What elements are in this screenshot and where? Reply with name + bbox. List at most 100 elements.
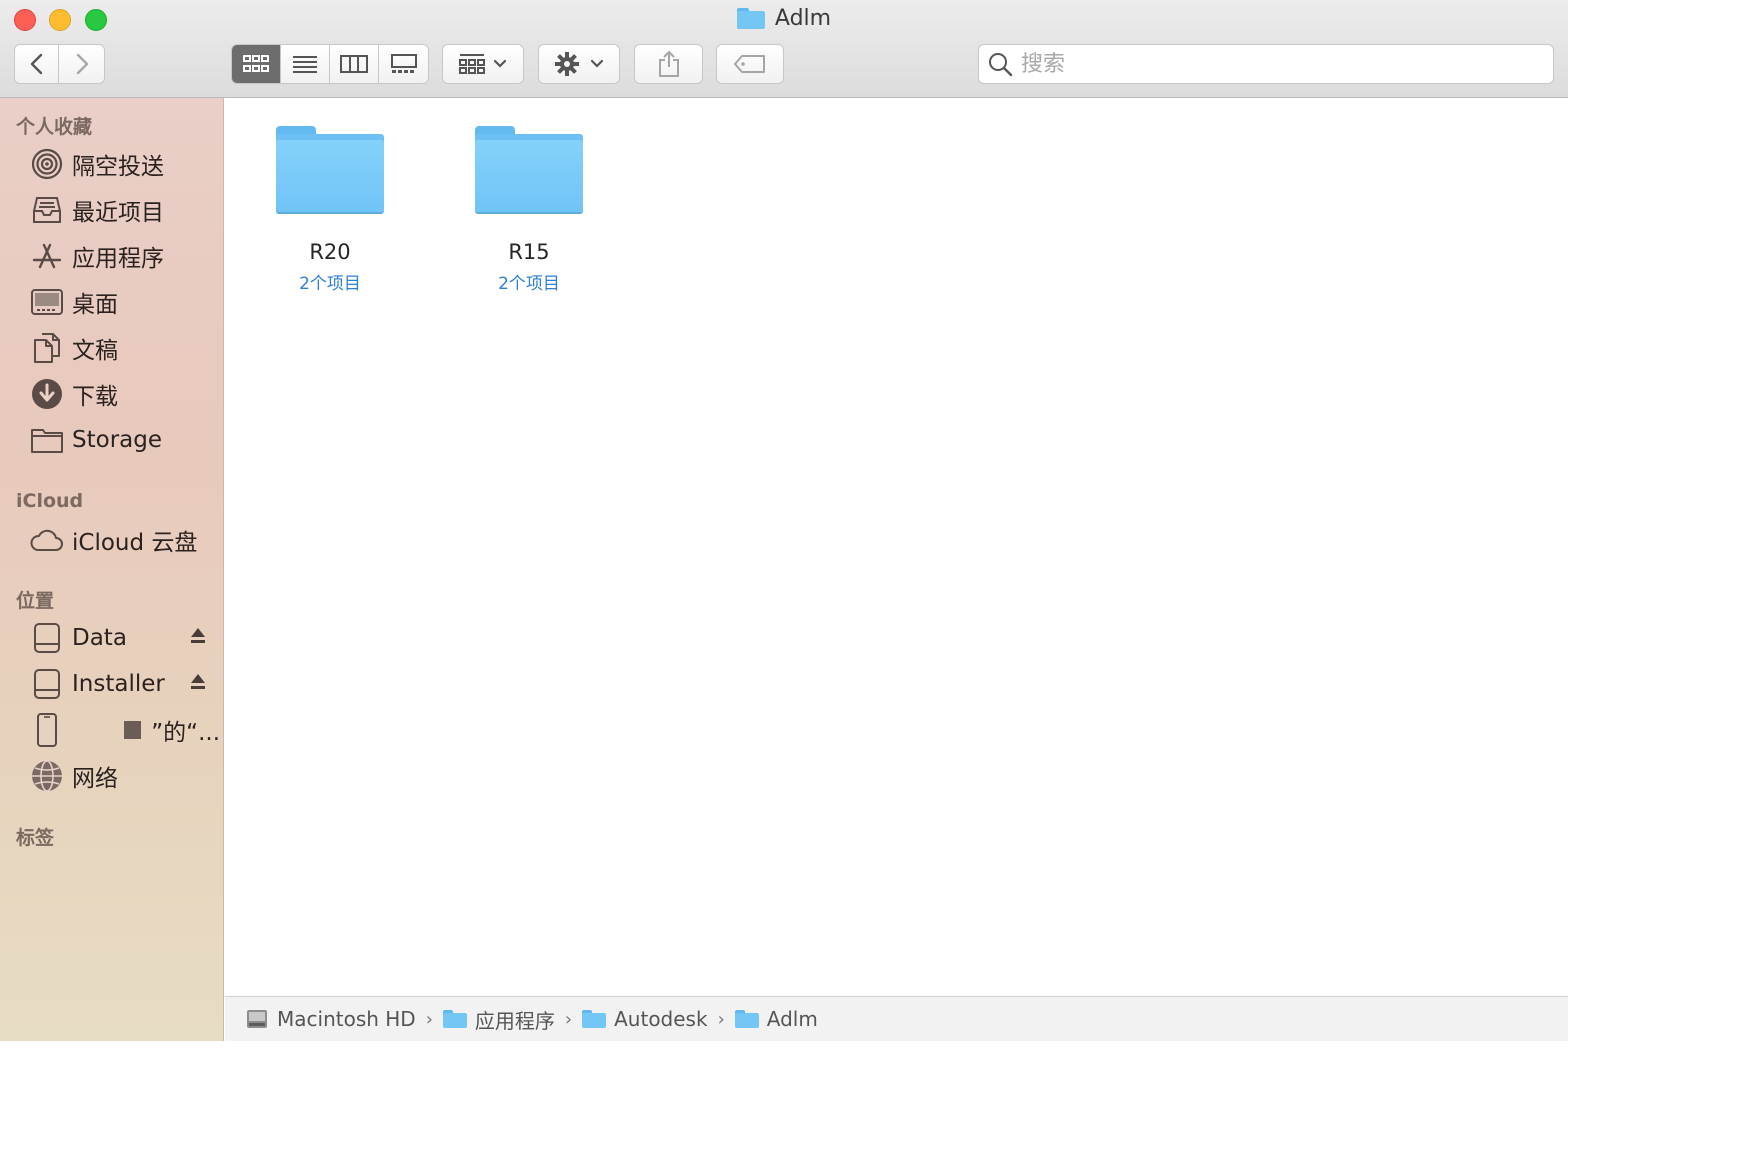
applications-folder-icon — [442, 1010, 467, 1028]
folder-icon — [475, 126, 583, 212]
sidebar-item-downloads[interactable]: 下载 — [30, 374, 220, 414]
back-button[interactable] — [14, 44, 59, 84]
path-separator-icon: › — [717, 1008, 725, 1030]
network-icon — [30, 759, 64, 793]
arrange-grid-icon — [459, 54, 485, 74]
icon-grid-icon — [243, 55, 269, 72]
sidebar-item-label: 下载 — [72, 384, 118, 410]
share-button[interactable] — [634, 44, 703, 84]
sidebar-item-label: 最近项目 — [72, 200, 164, 226]
applications-icon — [30, 239, 64, 273]
folder-item-r15[interactable]: R15 2个项目 — [444, 126, 614, 294]
sidebar-header-locations: 位置 — [16, 590, 55, 612]
sidebar-item-label: 桌面 — [72, 292, 118, 318]
tag-button[interactable] — [716, 44, 784, 84]
sidebar-item-documents[interactable]: 文稿 — [30, 328, 220, 368]
folder-icon — [734, 1010, 759, 1028]
list-view-button[interactable] — [281, 45, 330, 83]
sidebar-item-airdrop[interactable]: 隔空投送 — [30, 144, 220, 184]
path-segment-adlm[interactable]: Adlm — [734, 1007, 818, 1031]
sidebar-item-label: 隔空投送 — [72, 154, 164, 180]
tag-icon — [734, 55, 765, 73]
eject-icon[interactable] — [190, 672, 206, 692]
toolbar: Adlm — [0, 0, 1568, 98]
sidebar-item-label: 应用程序 — [72, 246, 164, 272]
path-segment-label: Autodesk — [614, 1007, 708, 1031]
recents-icon — [30, 193, 64, 227]
desktop-icon — [30, 285, 64, 319]
chevron-left-icon — [30, 53, 42, 75]
folder-item-count: 2个项目 — [299, 274, 361, 294]
sidebar-item-network[interactable]: 网络 — [30, 756, 220, 796]
path-segment-label: Macintosh HD — [277, 1007, 416, 1031]
view-mode-control — [231, 44, 429, 84]
folder-item-r20[interactable]: R20 2个项目 — [245, 126, 415, 294]
sidebar-item-label: Data — [72, 625, 127, 651]
downloads-icon — [30, 377, 64, 411]
path-segment-autodesk[interactable]: Autodesk — [582, 1007, 708, 1031]
sidebar-item-label: iCloud 云盘 — [72, 530, 198, 556]
sidebar-header-icloud: iCloud — [16, 490, 84, 512]
group-by-button[interactable] — [442, 44, 524, 84]
chevron-right-icon — [76, 53, 88, 75]
folder-icon — [736, 8, 765, 29]
action-menu-button[interactable] — [538, 44, 620, 84]
iphone-icon — [30, 713, 64, 747]
hard-drive-icon — [247, 1010, 267, 1028]
sidebar-item-label: Installer — [72, 671, 165, 697]
path-separator-icon: › — [564, 1008, 573, 1030]
drive-icon — [30, 667, 64, 701]
column-view-button[interactable] — [330, 45, 379, 83]
list-icon — [293, 56, 317, 73]
folder-item-count: 2个项目 — [498, 274, 560, 294]
eject-icon[interactable] — [190, 626, 206, 646]
cloud-icon — [30, 523, 64, 557]
search-input[interactable] — [1021, 51, 1541, 77]
folder-icon — [276, 126, 384, 212]
sidebar-item-label: ”的“... — [151, 720, 220, 746]
chevron-down-icon — [493, 59, 507, 68]
sidebar-item-icloud-drive[interactable]: iCloud 云盘 — [30, 520, 220, 560]
search-icon — [989, 53, 1013, 77]
window-title-text: Adlm — [774, 6, 832, 31]
folder-name: R20 — [309, 240, 351, 264]
window-title: Adlm — [0, 6, 1568, 31]
sidebar-item-desktop[interactable]: 桌面 — [30, 282, 220, 322]
columns-icon — [340, 55, 368, 73]
sidebar-item-installer-volume[interactable]: Installer — [30, 664, 220, 704]
file-browser-content: R20 2个项目 R15 2个项目 — [225, 98, 1568, 996]
gallery-view-button[interactable] — [379, 45, 428, 83]
path-segment-label: 应用程序 — [474, 1008, 555, 1033]
search-field[interactable] — [978, 44, 1554, 84]
icon-view-button[interactable] — [232, 45, 281, 83]
sidebar: 个人收藏 隔空投送 最近项目 应用程序 桌面 文稿 下载 Storage iCl… — [0, 98, 224, 1041]
gallery-icon — [390, 54, 417, 73]
folder-name: R15 — [508, 240, 550, 264]
drive-icon — [30, 621, 64, 655]
airdrop-icon — [30, 147, 64, 181]
sidebar-item-label: 文稿 — [72, 338, 118, 364]
finder-window: Adlm 搜索 个人收藏 隔空投送 最近项目 应用程序 桌面 文稿 下载 Sto… — [0, 0, 1568, 1041]
sidebar-header-favorites: 个人收藏 — [16, 116, 93, 138]
folder-icon — [30, 423, 64, 457]
sidebar-item-label: Storage — [72, 427, 162, 453]
sidebar-item-recents[interactable]: 最近项目 — [30, 190, 220, 230]
sidebar-item-data-volume[interactable]: Data — [30, 618, 220, 658]
sidebar-header-tags: 标签 — [16, 827, 55, 849]
share-icon — [658, 50, 679, 77]
documents-icon — [30, 331, 64, 365]
gear-icon — [555, 52, 579, 76]
path-segment-macintosh-hd[interactable]: Macintosh HD — [245, 1007, 416, 1031]
path-segment-label: Adlm — [766, 1007, 818, 1031]
folder-icon — [582, 1010, 607, 1028]
sidebar-item-applications[interactable]: 应用程序 — [30, 236, 220, 276]
path-bar: Macintosh HD › 应用程序 › Autodesk › Adlm — [225, 996, 1568, 1041]
path-separator-icon: › — [425, 1008, 433, 1030]
chevron-down-icon — [590, 59, 604, 68]
path-segment-applications[interactable]: 应用程序 — [442, 1005, 555, 1034]
sidebar-item-storage[interactable]: Storage — [30, 420, 220, 460]
forward-button[interactable] — [59, 44, 105, 84]
redacted-name-block — [124, 721, 142, 739]
sidebar-item-label: 网络 — [72, 766, 118, 792]
sidebar-item-iphone[interactable]: ”的“... — [30, 710, 220, 750]
